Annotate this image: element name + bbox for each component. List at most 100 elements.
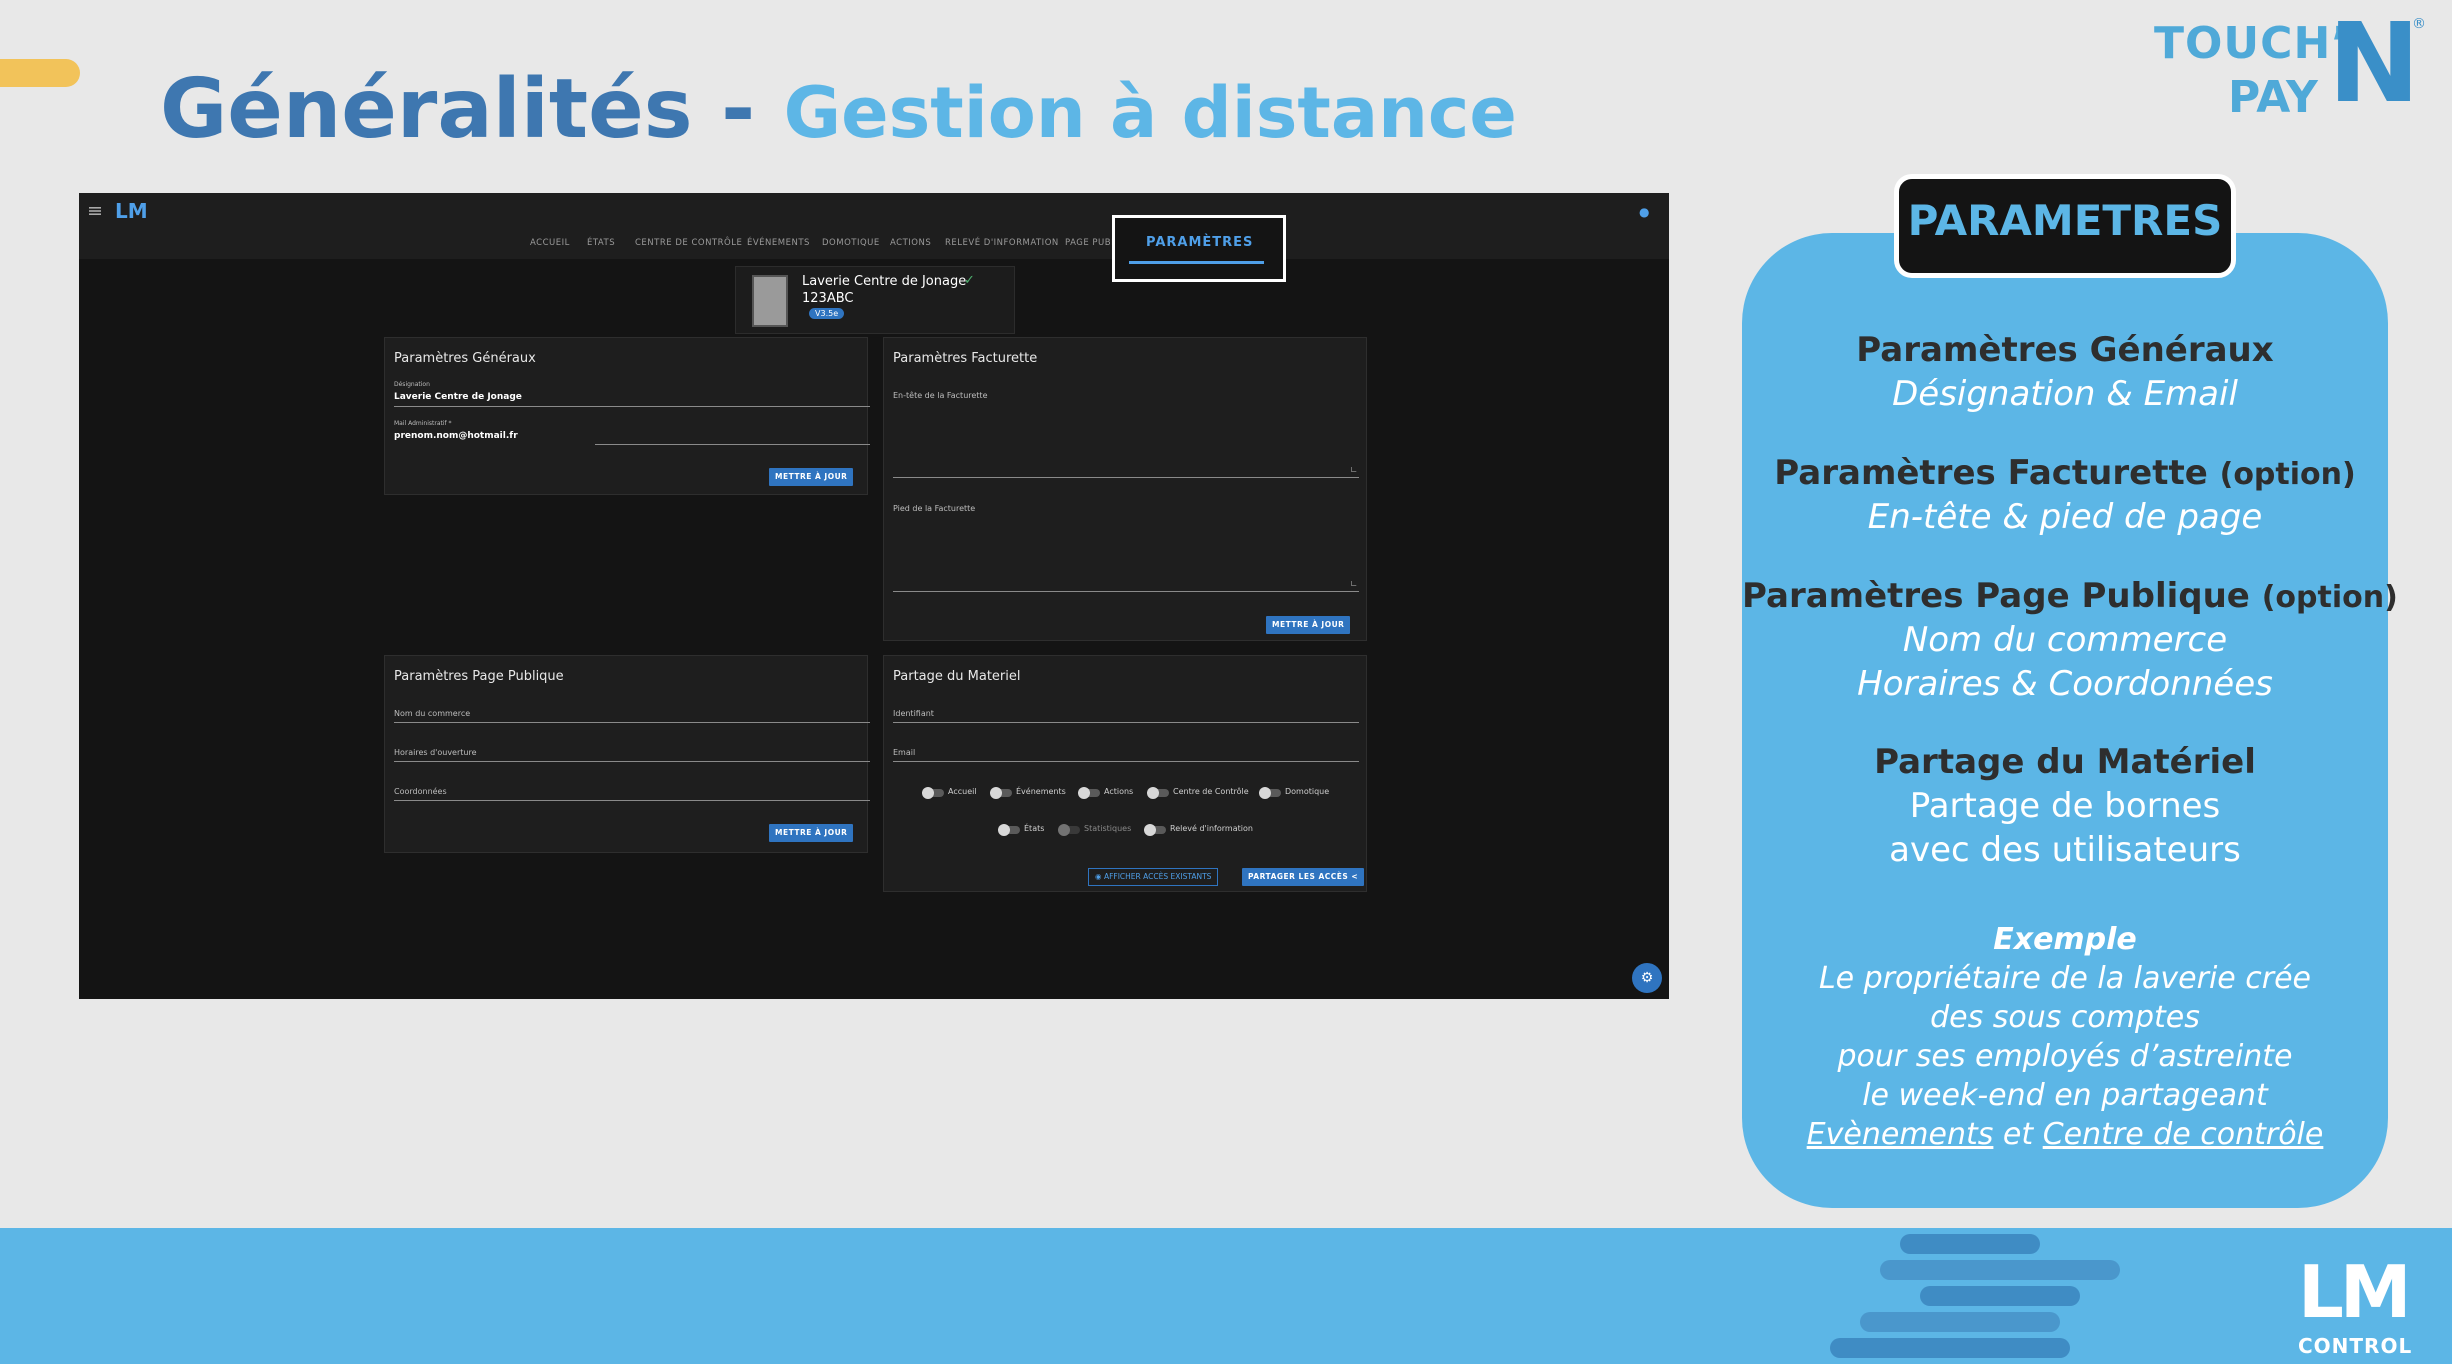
designation-value[interactable]: Laverie Centre de Jonage bbox=[394, 392, 522, 402]
panel-facturette-title: Paramètres Facturette bbox=[893, 351, 1038, 366]
toggle-actions[interactable] bbox=[1078, 787, 1100, 799]
share-access-button[interactable]: PARTAGER LES ACCÈS < bbox=[1242, 868, 1365, 886]
info-example-title: Exemple bbox=[1993, 922, 2137, 957]
nav-parametres[interactable]: PARAMÈTRES bbox=[1146, 235, 1253, 250]
nav-releve[interactable]: RELEVÉ D'INFORMATION bbox=[945, 238, 1059, 248]
panel-public-page-title: Paramètres Page Publique bbox=[394, 669, 564, 684]
info-general-sub: Désignation & Email bbox=[1892, 374, 2238, 414]
resize-handle-icon[interactable]: ∟ bbox=[1350, 466, 1358, 476]
toggle-accueil[interactable] bbox=[922, 787, 944, 799]
facturette-footer-label: Pied de la Facturette bbox=[893, 504, 976, 513]
info-general-title: Paramètres Généraux bbox=[1856, 330, 2274, 370]
panel-general-title: Paramètres Généraux bbox=[394, 351, 536, 366]
user-icon[interactable]: ● bbox=[1639, 205, 1649, 219]
facturette-update-button[interactable]: METTRE À JOUR bbox=[1266, 616, 1351, 634]
sharing-email-underline bbox=[893, 761, 1359, 762]
info-public-page-sub1: Nom du commerce bbox=[1902, 620, 2228, 660]
info-example-line1: Le propriétaire de la laverie crée bbox=[1818, 961, 2312, 996]
info-sharing-sub2: avec des utilisateurs bbox=[1889, 830, 2241, 870]
touch-n-pay-logo: TOUCH’ PAY N ® bbox=[2150, 8, 2430, 124]
app-window: LM ● ACCUEIL ÉTATS CENTRE DE CONTRÔLE ÉV… bbox=[79, 193, 1669, 999]
footer-band bbox=[0, 1228, 2452, 1364]
facturette-header-textarea[interactable] bbox=[893, 477, 1359, 478]
toggle-label-statistiques: Statistiques bbox=[1084, 824, 1132, 833]
title-sub: Gestion à distance bbox=[783, 72, 1517, 154]
toggle-etats[interactable] bbox=[998, 824, 1020, 836]
email-value[interactable]: prenom.nom@hotmail.fr bbox=[394, 431, 518, 441]
info-example-line3: pour ses employés d’astreinte bbox=[1837, 1039, 2293, 1074]
panel-sharing: Partage du Materiel Identifiant Email Ac… bbox=[883, 655, 1367, 892]
version-badge: V3.5e bbox=[809, 308, 845, 319]
footer-streak bbox=[1830, 1338, 2070, 1358]
toggle-statistiques[interactable] bbox=[1058, 824, 1080, 836]
toggle-label-releve: Relevé d'information bbox=[1170, 824, 1253, 833]
nav-domotique[interactable]: DOMOTIQUE bbox=[822, 238, 880, 248]
footer-streak bbox=[1880, 1260, 2120, 1280]
logo-touch: TOUCH’ bbox=[2154, 18, 2349, 69]
device-image bbox=[752, 275, 788, 327]
hours-underline bbox=[394, 761, 870, 762]
nav-centre-controle[interactable]: CENTRE DE CONTRÔLE bbox=[635, 238, 742, 248]
footer-streak bbox=[1920, 1286, 2080, 1306]
toggle-releve[interactable] bbox=[1144, 824, 1166, 836]
public-page-update-button[interactable]: METTRE À JOUR bbox=[769, 824, 854, 842]
info-example-line4: le week-end en partageant bbox=[1862, 1078, 2268, 1113]
facturette-footer-textarea[interactable] bbox=[893, 591, 1359, 592]
nav-evenements[interactable]: ÉVÉNEMENTS bbox=[747, 238, 810, 248]
info-example-link-evenements: Evènements bbox=[1806, 1117, 1994, 1152]
slide-title: Généralités - Gestion à distance bbox=[160, 62, 1517, 157]
info-facturette-title-text: Paramètres Facturette bbox=[1774, 453, 2208, 493]
toggle-label-evenements: Événements bbox=[1016, 787, 1066, 796]
panel-facturette: Paramètres Facturette En-tête de la Fact… bbox=[883, 337, 1367, 641]
logo-n: N bbox=[2328, 0, 2421, 127]
info-public-page-title-text: Paramètres Page Publique bbox=[1742, 576, 2250, 616]
toggle-label-etats: États bbox=[1024, 824, 1045, 833]
nav-accueil[interactable]: ACCUEIL bbox=[530, 238, 570, 248]
menu-icon[interactable] bbox=[89, 207, 101, 215]
device-code: 123ABC bbox=[802, 291, 854, 306]
panel-general: Paramètres Généraux Désignation Laverie … bbox=[384, 337, 870, 495]
info-facturette-option: (option) bbox=[2219, 457, 2356, 492]
toggle-label-centre-controle: Centre de Contrôle bbox=[1173, 787, 1249, 796]
lm-control-logo: LM CONTROL bbox=[2298, 1250, 2418, 1358]
toggle-label-domotique: Domotique bbox=[1285, 787, 1330, 796]
identifier-label[interactable]: Identifiant bbox=[893, 709, 934, 718]
help-fab-icon[interactable]: ⚙ bbox=[1632, 963, 1662, 993]
footer-streak bbox=[1860, 1312, 2060, 1332]
device-card[interactable]: Laverie Centre de Jonage ✓ 123ABC V3.5e bbox=[735, 266, 1015, 334]
nav-page-publique[interactable]: PAGE PUBL bbox=[1065, 238, 1116, 248]
footer-streak bbox=[1900, 1234, 2040, 1254]
resize-handle-icon[interactable]: ∟ bbox=[1350, 580, 1358, 590]
panel-sharing-title: Partage du Materiel bbox=[893, 669, 1021, 684]
general-update-button[interactable]: METTRE À JOUR bbox=[769, 468, 854, 486]
device-name: Laverie Centre de Jonage bbox=[802, 274, 967, 289]
lm-logo-text: LM bbox=[2298, 1250, 2412, 1334]
info-example-link-centre: Centre de contrôle bbox=[2042, 1117, 2324, 1152]
shop-name-label[interactable]: Nom du commerce bbox=[394, 709, 470, 718]
coordinates-label[interactable]: Coordonnées bbox=[394, 787, 447, 796]
accent-bar bbox=[0, 59, 80, 87]
logo-pay: PAY bbox=[2228, 72, 2318, 123]
coordinates-underline bbox=[394, 800, 870, 801]
show-access-button[interactable]: ◉ AFFICHER ACCÈS EXISTANTS bbox=[1088, 868, 1219, 886]
toggle-evenements[interactable] bbox=[990, 787, 1012, 799]
info-example-and: et bbox=[1993, 1117, 2043, 1152]
designation-label: Désignation bbox=[394, 381, 430, 388]
email-label: Mail Administratif * bbox=[394, 420, 452, 427]
email-underline bbox=[595, 444, 870, 445]
title-main: Généralités bbox=[160, 62, 693, 157]
info-example-line5: Evènements et Centre de contrôle bbox=[1742, 1117, 2388, 1152]
share-access-label: PARTAGER LES ACCÈS bbox=[1248, 872, 1349, 881]
shop-name-underline bbox=[394, 722, 870, 723]
eye-icon: ◉ bbox=[1095, 872, 1104, 881]
sharing-email-label[interactable]: Email bbox=[893, 748, 915, 757]
info-public-page-option: (option) bbox=[2261, 580, 2398, 615]
nav-etats[interactable]: ÉTATS bbox=[587, 238, 615, 248]
hours-label[interactable]: Horaires d'ouverture bbox=[394, 748, 477, 757]
designation-underline bbox=[394, 406, 870, 407]
toggle-domotique[interactable] bbox=[1259, 787, 1281, 799]
info-sharing-sub1: Partage de bornes bbox=[1909, 786, 2221, 826]
app-logo[interactable]: LM bbox=[115, 199, 148, 223]
nav-actions[interactable]: ACTIONS bbox=[890, 238, 931, 248]
toggle-centre-controle[interactable] bbox=[1147, 787, 1169, 799]
